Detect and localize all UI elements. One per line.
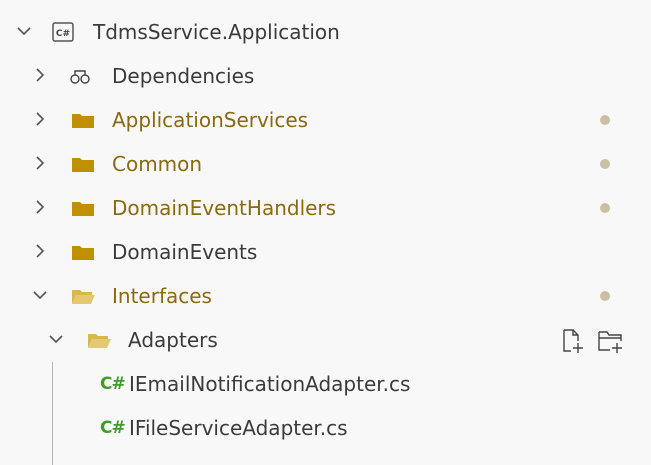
folder-icon: [72, 158, 94, 172]
chevron-right-icon[interactable]: [30, 109, 50, 129]
tree-item-folder-interfaces[interactable]: Interfaces: [0, 274, 651, 318]
chevron-down-icon[interactable]: [14, 21, 34, 41]
tree-item-project-root[interactable]: C# TdmsService.Application: [0, 10, 651, 54]
modified-indicator: [600, 159, 610, 169]
csharp-file-icon: C#: [100, 418, 126, 438]
tree-item-label: IEmailNotificationAdapter.cs: [129, 372, 411, 396]
dependencies-icon: [70, 70, 90, 84]
new-file-icon[interactable]: [558, 327, 588, 355]
tree-item-label: Adapters: [128, 328, 218, 352]
chevron-right-icon[interactable]: [30, 197, 50, 217]
project-name: TdmsService.Application: [93, 20, 340, 44]
chevron-right-icon[interactable]: [30, 65, 50, 85]
tree-item-folder-adapters[interactable]: Adapters: [0, 318, 651, 362]
solution-explorer-tree: C# TdmsService.Application Dependencies …: [0, 0, 651, 465]
tree-item-folder-domaineventhandlers[interactable]: DomainEventHandlers: [0, 186, 651, 230]
folder-open-icon: [88, 334, 111, 348]
tree-item-label: Interfaces: [112, 284, 212, 308]
tree-item-folder-applicationservices[interactable]: ApplicationServices: [0, 98, 651, 142]
chevron-down-icon[interactable]: [30, 285, 50, 305]
tree-item-folder-common[interactable]: Common: [0, 142, 651, 186]
new-folder-icon[interactable]: [596, 327, 626, 355]
folder-actions: [558, 327, 634, 355]
chevron-right-icon[interactable]: [30, 153, 50, 173]
tree-item-label: DomainEvents: [112, 240, 258, 264]
svg-text:C#: C#: [56, 29, 70, 39]
folder-icon: [72, 202, 94, 216]
tree-item-folder-domainevents[interactable]: DomainEvents: [0, 230, 651, 274]
tree-item-label: IFileServiceAdapter.cs: [129, 416, 348, 440]
modified-indicator: [600, 291, 610, 301]
tree-item-dependencies[interactable]: Dependencies: [0, 54, 651, 98]
tree-item-file[interactable]: C# IEmailNotificationAdapter.cs: [0, 362, 651, 406]
tree-item-label: Common: [112, 152, 203, 176]
folder-open-icon: [72, 290, 95, 304]
csharp-file-icon: C#: [100, 374, 126, 394]
chevron-down-icon[interactable]: [46, 329, 66, 349]
folder-icon: [72, 114, 94, 128]
tree-item-label: ApplicationServices: [112, 108, 309, 132]
csharp-project-icon: C#: [52, 22, 74, 42]
tree-item-label: DomainEventHandlers: [112, 196, 337, 220]
folder-icon: [72, 246, 94, 260]
tree-item-file[interactable]: C# IFileServiceAdapter.cs: [0, 406, 651, 450]
modified-indicator: [600, 115, 610, 125]
tree-item-label: Dependencies: [112, 64, 255, 88]
chevron-right-icon[interactable]: [30, 241, 50, 261]
modified-indicator: [600, 203, 610, 213]
